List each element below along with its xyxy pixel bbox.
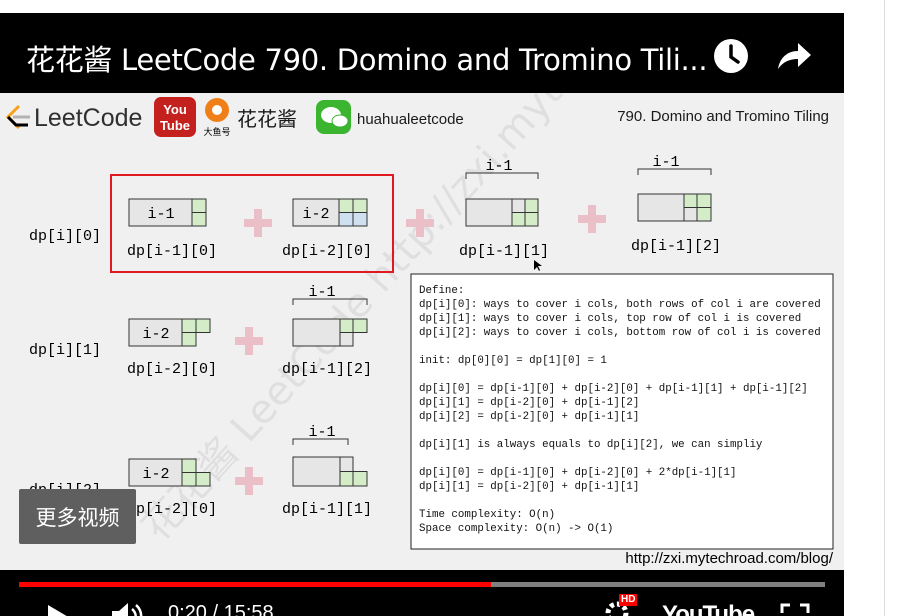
time-separator: /: [212, 602, 219, 616]
notes-line: dp[i][0] = dp[i-1][0] + dp[i-2][0] + dp[…: [419, 383, 808, 395]
progress-bar[interactable]: [19, 582, 825, 587]
notes-line: dp[i][2]: ways to cover i cols, bottom r…: [419, 327, 821, 339]
tile-dp-i2-0: i-2: [292, 198, 368, 227]
dayu-caption: 大鱼号: [203, 126, 230, 137]
youtube-logo[interactable]: YouTube: [662, 601, 755, 616]
youtube-badge-line2: Tube: [160, 118, 190, 133]
tile-caption: dp[i-1][2]: [631, 238, 721, 255]
tile-label: i-2: [302, 206, 329, 223]
tile-brace-label: i-1: [308, 424, 335, 441]
notes-line: dp[i][0] = dp[i-1][0] + dp[i-2][0] + 2*d…: [419, 467, 736, 479]
page-divider: [884, 0, 885, 616]
leetcode-text: LeetCode: [34, 104, 142, 132]
tile-dp-i1-0: i-1: [128, 198, 207, 227]
tile-caption: dp[i-1][2]: [282, 361, 372, 378]
tile-brace-label: i-1: [485, 158, 512, 175]
wechat-id: huahualeetcode: [357, 111, 464, 128]
watch-later-icon[interactable]: [713, 38, 749, 74]
row-label-dp0: dp[i][0]: [29, 228, 101, 245]
tile-label: i-2: [142, 326, 169, 343]
notes-line: Define:: [419, 285, 464, 297]
video-title[interactable]: 花花酱 LeetCode 790. Domino and Tromino Til…: [26, 37, 708, 79]
play-icon[interactable]: [46, 605, 72, 616]
tile-caption: dp[i-1][1]: [282, 501, 372, 518]
tile-caption: dp[i-1][0]: [127, 243, 217, 260]
problem-title: 790. Domino and Tromino Tiling: [617, 108, 829, 125]
tile-label: i-2: [142, 466, 169, 483]
hd-badge: HD: [619, 594, 638, 606]
youtube-badge: You Tube: [154, 97, 196, 137]
control-bar: 0:20 / 15:58 HD YouTube: [0, 591, 844, 616]
current-time: 0:20: [168, 602, 207, 616]
notes-line: dp[i][1] = dp[i-2][0] + dp[i-1][1]: [419, 481, 639, 493]
notes-line: dp[i][1] = dp[i-2][0] + dp[i-1][2]: [419, 397, 639, 409]
wechat-icon: [316, 100, 351, 134]
tile-brace-label: i-1: [308, 284, 335, 301]
tile-caption: dp[i-2][0]: [282, 243, 372, 260]
youtube-badge-line1: You: [163, 102, 187, 117]
player-top-bar: 花花酱 LeetCode 790. Domino and Tromino Til…: [0, 13, 844, 93]
duration: 15:58: [223, 602, 274, 616]
notes-line: Space complexity: O(n) -> O(1): [419, 523, 613, 535]
tile-brace-label: i-1: [652, 154, 679, 171]
notes-line: Time complexity: O(n): [419, 509, 555, 521]
tile-caption: dp[i-2][0]: [127, 361, 217, 378]
video-player[interactable]: 花花酱 LeetCode 790. Domino and Tromino Til…: [0, 13, 844, 616]
video-frame[interactable]: LeetCode You Tube 大鱼号 花花酱 huahualeetcode…: [0, 93, 844, 570]
more-videos-button[interactable]: 更多视频: [19, 489, 136, 544]
author-name: 花花酱: [237, 107, 297, 131]
share-icon[interactable]: [776, 39, 812, 73]
tile-caption: dp[i-1][1]: [459, 243, 549, 260]
time-display: 0:20 / 15:58: [168, 602, 274, 616]
progress-played: [19, 582, 491, 587]
blog-url: http://zxi.mytechroad.com/blog/: [625, 550, 833, 567]
tile-label: i-1: [147, 206, 174, 223]
tile-caption: dp[i-2][0]: [127, 501, 217, 518]
fullscreen-icon[interactable]: [780, 603, 810, 616]
volume-icon[interactable]: [110, 603, 146, 616]
notes-line: dp[i][1] is always equals to dp[i][2], w…: [419, 439, 763, 451]
notes-line: dp[i][1]: ways to cover i cols, top row …: [419, 313, 801, 325]
notes-line: dp[i][0]: ways to cover i cols, both row…: [419, 299, 821, 311]
notes-line: dp[i][2] = dp[i-2][0] + dp[i-1][1]: [419, 411, 639, 423]
row-label-dp1: dp[i][1]: [29, 342, 101, 359]
notes-line: init: dp[0][0] = dp[1][0] = 1: [419, 355, 607, 367]
